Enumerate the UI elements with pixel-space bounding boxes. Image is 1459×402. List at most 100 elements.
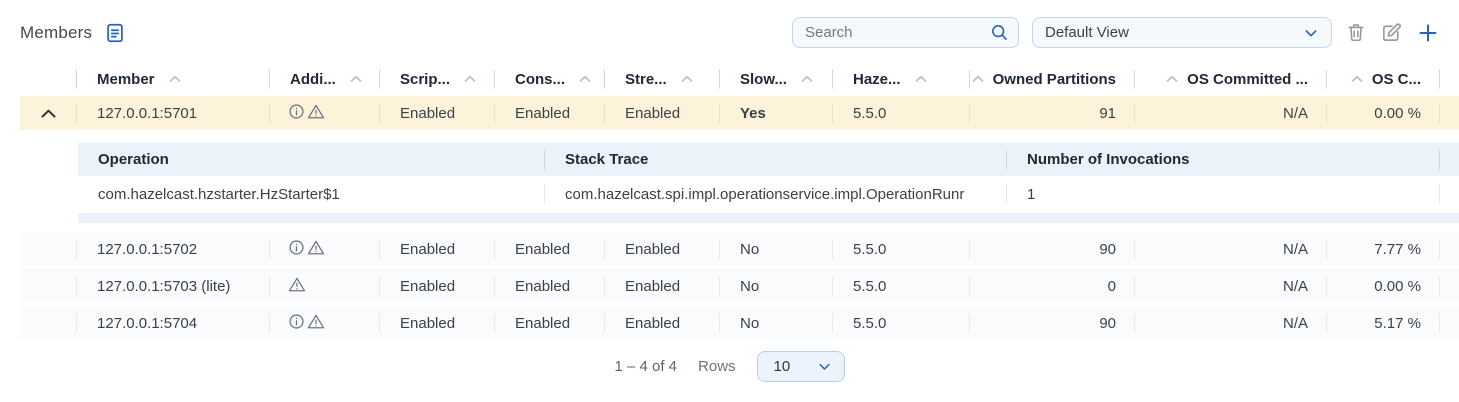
edit-icon — [1380, 32, 1403, 47]
edit-view-button[interactable] — [1380, 21, 1403, 44]
os-committed-cell: N/A — [1135, 269, 1327, 303]
version-cell: 5.5.0 — [833, 96, 970, 130]
subtable-header: Operation Stack Trace Number of Invocati… — [78, 143, 1459, 176]
rows-per-page-select[interactable]: 10 — [757, 351, 845, 382]
column-header-additional[interactable]: Addi... — [270, 62, 380, 96]
scripting-cell: Enabled — [380, 269, 495, 303]
add-view-button[interactable] — [1416, 21, 1440, 45]
delete-view-button[interactable] — [1345, 21, 1367, 44]
sort-caret-icon — [801, 75, 813, 83]
expand-row-button[interactable] — [20, 306, 77, 340]
sort-caret-icon — [972, 75, 984, 83]
members-table: Member Addi... Scrip... Cons... Stre... … — [20, 62, 1459, 340]
collapse-row-button[interactable] — [20, 96, 77, 130]
column-header-member[interactable]: Member — [77, 62, 270, 96]
pagination: 1 – 4 of 4 Rows 10 — [0, 351, 1459, 382]
view-select-value: Default View — [1045, 24, 1129, 41]
toolbar: Members Default View — [0, 0, 1459, 48]
page-title: Members — [20, 23, 92, 43]
chevron-up-icon — [41, 105, 56, 122]
info-icon[interactable] — [288, 239, 305, 260]
chevron-down-icon — [817, 359, 832, 374]
column-header-version[interactable]: Haze... — [833, 62, 970, 96]
owned-partitions-cell: 90 — [970, 232, 1135, 266]
sort-caret-icon — [681, 75, 693, 83]
column-header-scripting[interactable]: Scrip... — [380, 62, 495, 96]
version-cell: 5.5.0 — [833, 306, 970, 340]
warning-icon[interactable] — [288, 276, 306, 297]
os-cpu-cell: 5.17 % — [1327, 306, 1440, 340]
status-icons-cell — [270, 306, 380, 340]
column-header-os-cpu[interactable]: OS C... — [1327, 62, 1440, 96]
table-row[interactable]: 127.0.0.1:5701 Enabled Enabled Enabled Y… — [20, 96, 1459, 130]
table-row[interactable]: 127.0.0.1:5704 Enabled Enabled Enabled N… — [20, 306, 1459, 340]
scripting-cell: Enabled — [380, 306, 495, 340]
info-icon[interactable] — [288, 313, 305, 334]
owned-partitions-cell: 91 — [970, 96, 1135, 130]
table-row[interactable]: 127.0.0.1:5702 Enabled Enabled Enabled N… — [20, 232, 1459, 266]
member-address: 127.0.0.1:5701 — [77, 96, 270, 130]
document-icon[interactable] — [104, 22, 126, 44]
status-icons-cell — [270, 232, 380, 266]
subtable-row: com.hazelcast.hzstarter.HzStarter$1 com.… — [78, 176, 1459, 212]
row-filler — [1440, 96, 1459, 130]
os-committed-cell: N/A — [1135, 306, 1327, 340]
slow-operations-subtable: Operation Stack Trace Number of Invocati… — [78, 143, 1459, 223]
rows-per-page-value: 10 — [774, 358, 791, 375]
sort-caret-icon — [1166, 75, 1178, 83]
sort-caret-icon — [350, 75, 362, 83]
warning-icon[interactable] — [307, 103, 325, 124]
member-address: 127.0.0.1:5704 — [77, 306, 270, 340]
member-address: 127.0.0.1:5703 (lite) — [77, 269, 270, 303]
sort-caret-icon — [915, 75, 927, 83]
console-cell: Enabled — [495, 232, 605, 266]
console-cell: Enabled — [495, 96, 605, 130]
search-icon — [990, 23, 1009, 47]
info-icon[interactable] — [288, 103, 305, 124]
operation-cell: com.hazelcast.hzstarter.HzStarter$1 — [78, 176, 545, 212]
view-select[interactable]: Default View — [1032, 17, 1332, 48]
row-filler — [1440, 306, 1459, 340]
row-filler — [1440, 232, 1459, 266]
column-header-owned-partitions[interactable]: Owned Partitions — [970, 62, 1135, 96]
sort-caret-icon — [464, 75, 476, 83]
os-committed-cell: N/A — [1135, 232, 1327, 266]
slow-operations-cell: Yes — [720, 96, 833, 130]
subtable-footer-strip — [78, 213, 1459, 223]
search-input[interactable] — [792, 17, 1019, 48]
member-address: 127.0.0.1:5702 — [77, 232, 270, 266]
streaming-cell: Enabled — [605, 306, 720, 340]
scripting-cell: Enabled — [380, 232, 495, 266]
chevron-down-icon — [1303, 25, 1319, 41]
column-header-console[interactable]: Cons... — [495, 62, 605, 96]
subcolumn-header-stack-trace: Stack Trace — [545, 143, 1007, 176]
streaming-cell: Enabled — [605, 96, 720, 130]
trash-icon — [1345, 32, 1367, 47]
owned-partitions-cell: 0 — [970, 269, 1135, 303]
expander-column-header — [20, 62, 77, 96]
column-header-slow-operations[interactable]: Slow... — [720, 62, 833, 96]
plus-icon — [1416, 33, 1440, 48]
table-row[interactable]: 127.0.0.1:5703 (lite) Enabled Enabled En… — [20, 269, 1459, 303]
slow-operations-cell: No — [720, 232, 833, 266]
streaming-cell: Enabled — [605, 232, 720, 266]
warning-icon[interactable] — [307, 313, 325, 334]
pagination-range: 1 – 4 of 4 — [614, 358, 677, 375]
column-header-streaming[interactable]: Stre... — [605, 62, 720, 96]
os-cpu-cell: 0.00 % — [1327, 96, 1440, 130]
sort-caret-icon — [579, 75, 591, 83]
owned-partitions-cell: 90 — [970, 306, 1135, 340]
subcolumn-header-operation: Operation — [78, 143, 545, 176]
sort-caret-icon — [169, 75, 181, 83]
subrow-filler — [1440, 176, 1459, 212]
console-cell: Enabled — [495, 269, 605, 303]
warning-icon[interactable] — [307, 239, 325, 260]
expand-row-button[interactable] — [20, 232, 77, 266]
expand-row-button[interactable] — [20, 269, 77, 303]
scripting-cell: Enabled — [380, 96, 495, 130]
os-cpu-cell: 0.00 % — [1327, 269, 1440, 303]
column-header-os-committed[interactable]: OS Committed ... — [1135, 62, 1327, 96]
search-box — [792, 17, 1019, 48]
streaming-cell: Enabled — [605, 269, 720, 303]
subheader-filler — [1440, 143, 1459, 176]
